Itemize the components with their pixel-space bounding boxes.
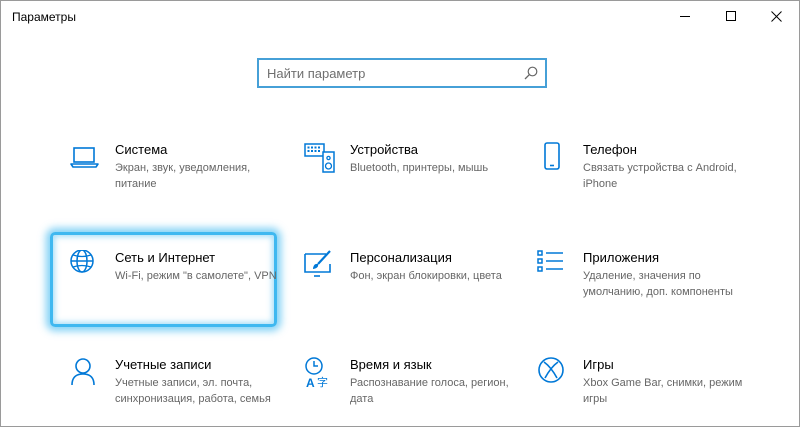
svg-text:A: A xyxy=(306,376,315,389)
keyboard-speaker-icon xyxy=(304,143,335,173)
tile-description: Учетные записи, эл. почта, синхронизация… xyxy=(115,377,271,405)
tile-title: Время и язык xyxy=(350,357,432,372)
search-box[interactable] xyxy=(257,58,547,88)
close-button[interactable] xyxy=(753,1,799,32)
tile-system[interactable]: Система Экран, звук, уведомления, питани… xyxy=(69,142,301,222)
maximize-button[interactable] xyxy=(708,1,754,32)
maximize-icon xyxy=(725,11,736,21)
tile-text: Время и язык Распознавание голоса, регио… xyxy=(350,357,520,407)
minimize-button[interactable] xyxy=(662,1,708,32)
tile-text: Сеть и Интернет Wi-Fi, режим "в самолете… xyxy=(115,250,285,284)
tile-personalization[interactable]: Персонализация Фон, экран блокировки, цв… xyxy=(304,250,536,330)
xbox-icon xyxy=(538,357,564,383)
minimize-icon xyxy=(679,16,690,17)
tile-description: Связать устройства с Android, iPhone xyxy=(583,162,737,190)
tile-description: Wi-Fi, режим "в самолете", VPN xyxy=(115,270,277,282)
paint-brush-icon xyxy=(304,250,331,277)
tile-text: Учетные записи Учетные записи, эл. почта… xyxy=(115,357,285,407)
tile-text: Игры Xbox Game Bar, снимки, режим игры xyxy=(583,357,753,407)
tile-title: Персонализация xyxy=(350,250,452,265)
close-icon xyxy=(770,11,782,22)
search-input[interactable] xyxy=(259,60,509,86)
tile-title: Система xyxy=(115,142,168,157)
tile-apps[interactable]: Приложения Удаление, значения по умолчан… xyxy=(537,250,769,330)
tile-gaming[interactable]: Игры Xbox Game Bar, снимки, режим игры xyxy=(537,357,769,426)
tile-description: Экран, звук, уведомления, питание xyxy=(115,162,251,190)
globe-icon xyxy=(70,250,94,273)
tile-time-language[interactable]: A 字 Время и язык Распознавание голоса, р… xyxy=(304,357,536,426)
time-language-icon: A 字 xyxy=(305,357,328,389)
settings-window: Параметры Система Экран, звук, уведомлен… xyxy=(0,0,800,427)
tile-devices[interactable]: Устройства Bluetooth, принтеры, мышь xyxy=(304,142,536,222)
tile-text: Устройства Bluetooth, принтеры, мышь xyxy=(350,142,520,176)
tile-description: Распознавание голоса, регион, дата xyxy=(350,377,509,405)
tile-title: Устройства xyxy=(350,142,419,157)
tile-title: Учетные записи xyxy=(115,357,212,372)
tile-accounts[interactable]: Учетные записи Учетные записи, эл. почта… xyxy=(69,357,301,426)
tile-network-internet[interactable]: Сеть и Интернет Wi-Fi, режим "в самолете… xyxy=(69,250,301,330)
tile-phone[interactable]: Телефон Связать устройства с Android, iP… xyxy=(537,142,769,222)
tile-text: Система Экран, звук, уведомления, питани… xyxy=(115,142,285,192)
svg-text:字: 字 xyxy=(317,375,328,389)
tile-description: Bluetooth, принтеры, мышь xyxy=(350,162,489,174)
window-title: Параметры xyxy=(12,10,76,24)
phone-icon xyxy=(544,142,560,170)
tile-text: Телефон Связать устройства с Android, iP… xyxy=(583,142,753,192)
tile-description: Удаление, значения по умолчанию, доп. ко… xyxy=(583,270,733,298)
apps-list-icon xyxy=(537,250,563,272)
tile-text: Персонализация Фон, экран блокировки, цв… xyxy=(350,250,520,284)
person-icon xyxy=(71,358,95,386)
title-bar: Параметры xyxy=(1,1,799,32)
tile-title: Сеть и Интернет xyxy=(115,250,216,265)
laptop-icon xyxy=(70,147,99,168)
tile-description: Фон, экран блокировки, цвета xyxy=(350,270,502,282)
tile-text: Приложения Удаление, значения по умолчан… xyxy=(583,250,753,300)
tile-title: Приложения xyxy=(583,250,660,265)
tile-description: Xbox Game Bar, снимки, режим игры xyxy=(583,377,743,405)
tile-title: Игры xyxy=(583,357,614,372)
search-icon[interactable] xyxy=(524,66,538,80)
tile-title: Телефон xyxy=(583,142,637,157)
